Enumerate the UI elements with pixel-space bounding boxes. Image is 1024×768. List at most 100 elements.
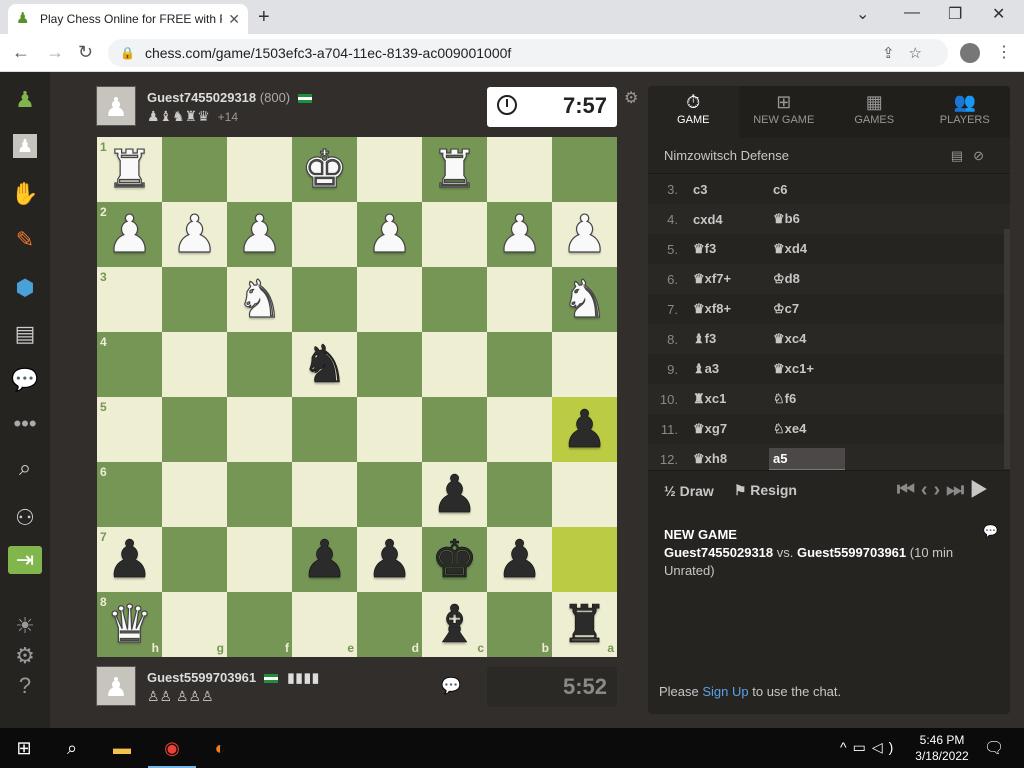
- prev-move-icon[interactable]: ‹: [921, 479, 934, 501]
- more-icon[interactable]: •••: [11, 410, 39, 438]
- notification-icon[interactable]: 🗨: [984, 738, 1004, 758]
- board-square[interactable]: ♟: [162, 202, 227, 267]
- board-square[interactable]: [357, 462, 422, 527]
- black-pawn-icon[interactable]: ♟: [496, 533, 543, 586]
- white-move[interactable]: ♝f3: [693, 331, 769, 347]
- black-move[interactable]: ♛xc4: [769, 328, 845, 350]
- board-square[interactable]: [227, 462, 292, 527]
- chess-board[interactable]: 1 ♜ ♚ ♜ 2 ♟ ♟ ♟ ♟ ♟ ♟ 3 ♞ ♞ 4 ♞ 5 ♟ 6 ♟ 7 ♟ ♟ ♟ ♚ ♟ 8 h ♛ g f e d c ♝ b a ♜: [97, 137, 617, 657]
- black-bishop-icon[interactable]: ♝: [431, 598, 478, 651]
- board-square[interactable]: [357, 137, 422, 202]
- top-player-avatar[interactable]: ♟: [96, 86, 136, 126]
- profile-avatar[interactable]: [960, 43, 980, 63]
- book-icon[interactable]: ▤: [951, 148, 973, 163]
- white-move[interactable]: ♛xf7+: [693, 271, 769, 287]
- white-move[interactable]: ♛xh8: [693, 451, 769, 467]
- black-move[interactable]: ♘xe4: [769, 418, 845, 440]
- board-square[interactable]: [552, 137, 617, 202]
- board-square[interactable]: [422, 267, 487, 332]
- board-square[interactable]: ♟: [227, 202, 292, 267]
- share-icon[interactable]: ⇪: [882, 45, 909, 62]
- chrome-menu-icon[interactable]: ⋮: [996, 42, 1012, 62]
- white-rook-icon[interactable]: ♜: [431, 143, 479, 196]
- board-square[interactable]: 1 ♜: [97, 137, 162, 202]
- windows-start-icon[interactable]: ⊞: [12, 736, 36, 760]
- black-rook-icon[interactable]: ♜: [561, 598, 608, 651]
- white-move[interactable]: ♜xc1: [693, 391, 769, 407]
- chess-logo-icon[interactable]: ♟: [11, 86, 39, 114]
- board-square[interactable]: ♟: [487, 527, 552, 592]
- bottom-player-avatar[interactable]: ♟: [96, 666, 136, 706]
- url-field[interactable]: 🔒 chess.com/game/1503efc3-a704-11ec-8139…: [108, 39, 948, 67]
- board-square[interactable]: c ♝: [422, 592, 487, 657]
- play-icon[interactable]: ▶: [970, 479, 994, 501]
- white-move[interactable]: ♝a3: [693, 361, 769, 377]
- board-square[interactable]: ♟: [357, 527, 422, 592]
- board-settings-gear-icon[interactable]: ⚙: [624, 88, 638, 108]
- board-square[interactable]: [487, 267, 552, 332]
- volume-icon[interactable]: ◁): [872, 739, 899, 755]
- board-square[interactable]: ♟: [552, 202, 617, 267]
- board-square[interactable]: [552, 527, 617, 592]
- black-pawn-icon[interactable]: ♟: [106, 533, 153, 586]
- search-icon[interactable]: ⌕: [11, 454, 39, 482]
- user-avatar-icon[interactable]: ♟: [13, 134, 37, 158]
- white-move[interactable]: cxd4: [693, 212, 769, 227]
- white-move[interactable]: ♛xf8+: [693, 301, 769, 317]
- help-icon[interactable]: ?: [11, 672, 39, 700]
- lessons-icon[interactable]: ⬢: [11, 274, 39, 302]
- chat-bubble-icon[interactable]: 💬: [441, 676, 461, 696]
- close-window-button[interactable]: ✕: [992, 4, 1005, 24]
- white-player-name[interactable]: Guest7455029318: [664, 545, 773, 560]
- white-queen-icon[interactable]: ♛: [106, 598, 154, 651]
- settings-gear-icon[interactable]: ⚙: [11, 642, 39, 670]
- black-move[interactable]: ♛b6: [769, 208, 845, 230]
- top-player-name[interactable]: Guest7455029318: [147, 90, 256, 105]
- board-square[interactable]: [162, 137, 227, 202]
- new-tab-button[interactable]: +: [258, 6, 270, 29]
- board-square[interactable]: ♟: [552, 397, 617, 462]
- chat-toggle-icon[interactable]: 💬: [983, 524, 998, 538]
- puzzles-icon[interactable]: ✋: [11, 180, 39, 208]
- board-square[interactable]: [357, 267, 422, 332]
- white-king-icon[interactable]: ♚: [301, 143, 349, 196]
- board-square[interactable]: ♟: [357, 202, 422, 267]
- white-move[interactable]: ♛xg7: [693, 421, 769, 437]
- board-square[interactable]: [422, 397, 487, 462]
- system-clock[interactable]: 5:46 PM 3/18/2022: [912, 732, 972, 764]
- tab-search-icon[interactable]: ⌄: [856, 4, 869, 24]
- board-square[interactable]: [552, 462, 617, 527]
- news-icon[interactable]: ▤: [11, 320, 39, 348]
- black-king-icon[interactable]: ♚: [431, 533, 478, 586]
- board-square[interactable]: [357, 397, 422, 462]
- white-pawn-icon[interactable]: ♟: [561, 208, 609, 261]
- tab-games[interactable]: ▦ GAMES: [829, 86, 920, 138]
- tab-players[interactable]: 👥 PLAYERS: [920, 86, 1011, 138]
- board-square[interactable]: d: [357, 592, 422, 657]
- back-button[interactable]: ←: [12, 42, 30, 63]
- board-square[interactable]: [162, 267, 227, 332]
- explorer-icon[interactable]: ⊘: [973, 148, 994, 163]
- black-move[interactable]: ♔d8: [769, 268, 845, 290]
- white-move[interactable]: ♛f3: [693, 241, 769, 257]
- board-square[interactable]: [292, 462, 357, 527]
- black-move[interactable]: c6: [769, 179, 845, 200]
- board-square[interactable]: ♞: [552, 267, 617, 332]
- sign-up-link[interactable]: Sign Up: [702, 684, 748, 699]
- board-square[interactable]: [162, 332, 227, 397]
- board-square[interactable]: [227, 527, 292, 592]
- board-square[interactable]: ♟: [422, 462, 487, 527]
- white-pawn-icon[interactable]: ♟: [496, 208, 544, 261]
- board-square[interactable]: [292, 267, 357, 332]
- board-square[interactable]: [227, 397, 292, 462]
- board-square[interactable]: [227, 332, 292, 397]
- learn-icon[interactable]: ✎: [11, 226, 39, 254]
- board-square[interactable]: f: [227, 592, 292, 657]
- last-move-icon[interactable]: ⏭: [946, 479, 970, 501]
- board-square[interactable]: [422, 332, 487, 397]
- bottom-player-name[interactable]: Guest5599703961: [147, 670, 256, 685]
- black-pawn-icon[interactable]: ♟: [561, 403, 608, 456]
- close-tab-icon[interactable]: ✕: [228, 11, 240, 28]
- board-square[interactable]: g: [162, 592, 227, 657]
- black-move[interactable]: a5: [769, 447, 845, 470]
